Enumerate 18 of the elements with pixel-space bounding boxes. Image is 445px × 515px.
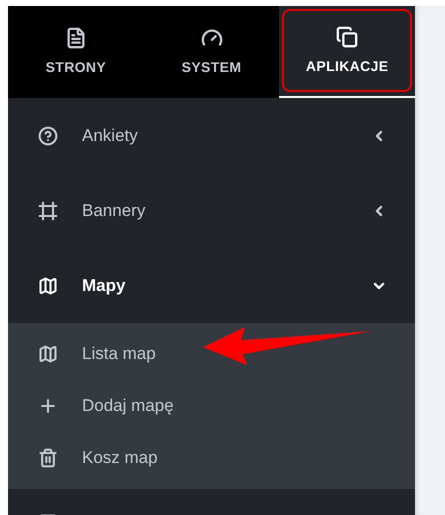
tab-icon: [64, 26, 87, 48]
menu-icon: [38, 276, 58, 296]
menu-icon: [38, 126, 58, 146]
submenu-icon: [38, 448, 58, 468]
menu-item[interactable]: Ankiety: [8, 98, 415, 173]
submenu-item[interactable]: Dodaj mapę: [8, 380, 415, 432]
tab[interactable]: STRONY: [8, 6, 144, 98]
submenu-icon: [38, 344, 58, 364]
submenu-icon: [38, 396, 58, 416]
tab-icon: [200, 26, 222, 48]
tab-icon: [336, 26, 358, 48]
submenu-item[interactable]: Lista map: [8, 328, 415, 380]
tab[interactable]: SYSTEM: [144, 6, 280, 98]
menu-item[interactable]: Bannery: [8, 173, 415, 248]
menu-item[interactable]: Mapy: [8, 248, 415, 323]
tab[interactable]: APLIKACJE: [279, 6, 416, 98]
menu-icon: [38, 200, 58, 220]
submenu-item[interactable]: Kosz map: [8, 432, 415, 484]
